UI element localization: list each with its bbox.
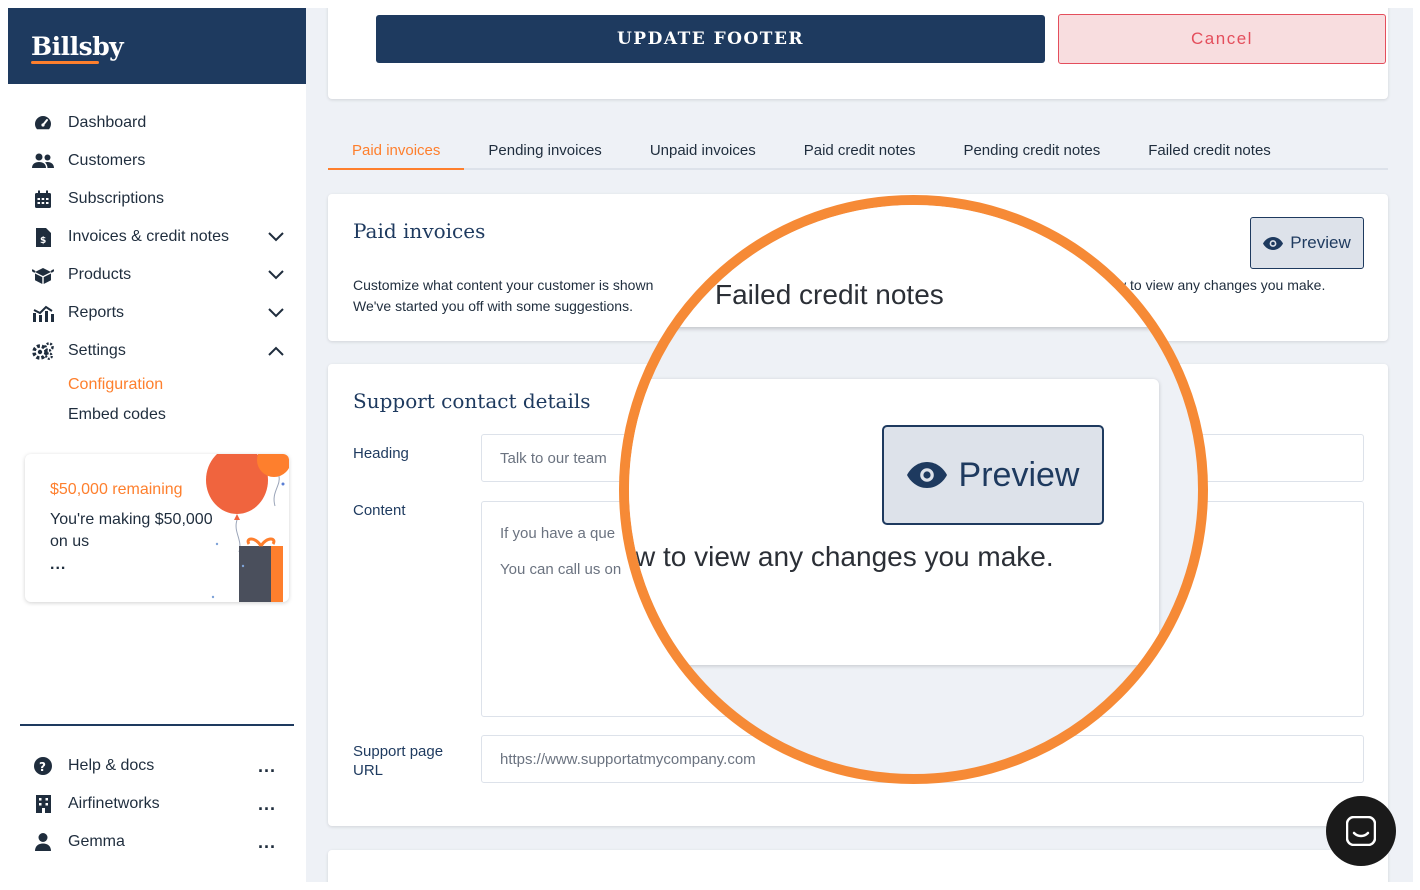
chevron-down-icon[interactable] — [266, 303, 286, 323]
sidebar-subitem-embed-codes[interactable]: Embed codes — [8, 400, 306, 430]
sidebar-item-invoices[interactable]: $ Invoices & credit notes — [8, 218, 306, 256]
tab-paid-credit-notes[interactable]: Paid credit notes — [780, 137, 940, 170]
sidebar-subitem-configuration[interactable]: Configuration — [8, 370, 306, 400]
sidebar-item-help-docs[interactable]: ? Help & docs ... — [8, 747, 306, 785]
chevron-down-icon[interactable] — [266, 227, 286, 247]
promo-amount: $50,000 remaining — [50, 481, 183, 498]
chevron-down-icon[interactable] — [266, 265, 286, 285]
sidebar-item-reports[interactable]: Reports — [8, 294, 306, 332]
zoom-preview-label: Preview — [958, 455, 1080, 494]
tab-unpaid-invoices[interactable]: Unpaid invoices — [626, 137, 780, 170]
svg-text:$: $ — [40, 236, 46, 246]
update-footer-button[interactable]: UPDATE FOOTER — [376, 15, 1045, 63]
sidebar-item-products[interactable]: Products — [8, 256, 306, 294]
eye-icon — [1263, 236, 1284, 250]
balloons-gift-illustration — [206, 454, 289, 602]
sidebar-item-user[interactable]: Gemma ... — [8, 823, 306, 861]
users-icon — [32, 151, 54, 171]
svg-text:?: ? — [39, 760, 46, 774]
preview-button[interactable]: Preview — [1250, 217, 1364, 269]
more-menu-icon[interactable]: ... — [258, 832, 276, 853]
more-menu-icon[interactable]: ... — [258, 756, 276, 777]
section-title: Support contact details — [353, 389, 591, 413]
sidebar-bottom-nav: ? Help & docs ... Airfinetworks ... Gemm… — [8, 747, 306, 861]
reports-icon — [32, 303, 54, 323]
section-title: Paid invoices — [353, 219, 486, 243]
zoom-title: Failed credit notes — [715, 279, 944, 310]
description-text-line2: We've started you off with some suggesti… — [353, 298, 633, 314]
description-text: Customize what content your customer is … — [353, 277, 654, 293]
sidebar: Billsby Dashboard Customers Subscription… — [8, 8, 306, 882]
cancel-button[interactable]: Cancel — [1058, 14, 1386, 64]
sidebar-item-subscriptions[interactable]: Subscriptions — [8, 180, 306, 218]
promo-more: ... — [50, 556, 67, 573]
sidebar-item-label: Customers — [68, 152, 146, 169]
sidebar-item-label: Airfinetworks — [68, 795, 160, 812]
user-icon — [32, 832, 54, 852]
eye-icon — [906, 462, 947, 488]
support-url-label: Support page URL — [353, 743, 444, 779]
chat-icon — [1346, 816, 1376, 846]
calendar-icon — [32, 189, 54, 209]
zoom-preview-button[interactable]: Preview — [882, 425, 1104, 525]
invoice-icon: $ — [32, 227, 54, 247]
zoom-description: w to view any changes you make. — [635, 541, 1054, 572]
sidebar-item-label: Help & docs — [68, 757, 155, 774]
sidebar-item-label: Invoices & credit notes — [68, 228, 229, 245]
sidebar-item-label: Settings — [68, 342, 126, 359]
preview-label: Preview — [1290, 233, 1351, 252]
gears-icon — [32, 341, 54, 361]
content-label: Content — [353, 502, 406, 519]
sidebar-item-dashboard[interactable]: Dashboard — [8, 104, 306, 142]
dashboard-icon — [32, 113, 54, 133]
chevron-up-icon[interactable] — [266, 341, 286, 361]
tab-pending-invoices[interactable]: Pending invoices — [464, 137, 625, 170]
sidebar-divider — [20, 724, 294, 726]
tab-failed-credit-notes[interactable]: Failed credit notes — [1124, 137, 1295, 170]
next-section-card — [328, 850, 1388, 882]
zoom-card-bottom: Preview w to view any changes you make. — [629, 379, 1159, 665]
zoom-card-top: Failed credit notes — [629, 205, 1159, 327]
zoom-callout: Failed credit notes Preview w to view an… — [619, 195, 1208, 784]
footer-actions-card: UPDATE FOOTER Cancel — [328, 8, 1388, 99]
help-icon: ? — [32, 756, 54, 776]
sidebar-item-airfinetworks[interactable]: Airfinetworks ... — [8, 785, 306, 823]
heading-label: Heading — [353, 445, 409, 462]
tab-paid-invoices[interactable]: Paid invoices — [328, 137, 465, 170]
app-window: Billsby Dashboard Customers Subscription… — [8, 8, 1413, 882]
zoom-content: Failed credit notes Preview w to view an… — [629, 205, 1198, 774]
chat-launcher-button[interactable] — [1326, 796, 1396, 866]
more-menu-icon[interactable]: ... — [258, 794, 276, 815]
tab-pending-credit-notes[interactable]: Pending credit notes — [939, 137, 1124, 170]
building-icon — [32, 794, 54, 814]
promo-card[interactable]: $50,000 remaining You're making $50,000 … — [25, 454, 289, 602]
sidebar-item-settings[interactable]: Settings — [8, 332, 306, 370]
sidebar-item-label: Gemma — [68, 833, 125, 850]
sidebar-item-label: Subscriptions — [68, 190, 165, 207]
sidebar-nav: Dashboard Customers Subscriptions $ Invo… — [8, 84, 306, 430]
sidebar-item-label: Products — [68, 266, 132, 283]
sidebar-item-label: Reports — [68, 304, 125, 321]
products-icon — [32, 265, 54, 285]
sidebar-item-customers[interactable]: Customers — [8, 142, 306, 180]
sidebar-item-label: Dashboard — [68, 114, 147, 131]
tab-bar: Paid invoices Pending invoices Unpaid in… — [328, 137, 1388, 170]
billsby-logo[interactable]: Billsby — [31, 32, 124, 64]
logo-bar: Billsby — [8, 8, 306, 84]
